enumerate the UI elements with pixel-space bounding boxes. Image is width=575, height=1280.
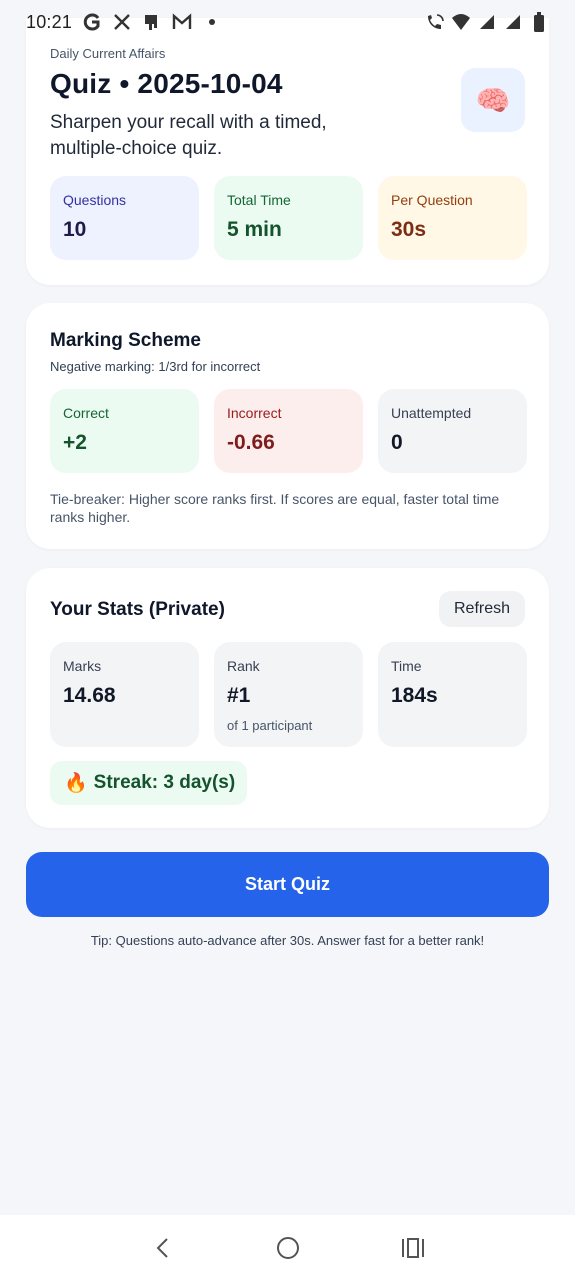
stat-value: 0 [391,431,403,454]
marking-scheme-card: Marking Scheme Negative marking: 1/3rd f… [26,303,549,549]
marking-note: Negative marking: 1/3rd for incorrect [50,359,261,374]
rank-stat: Rank #1 of 1 participant [214,642,363,747]
tip-text: Tip: Questions auto-advance after 30s. A… [90,933,485,948]
page-title: Quiz • 2025-10-04 [50,68,283,99]
dot-icon [202,12,222,32]
stat-label: Time [391,658,422,674]
stat-value: +2 [63,431,87,454]
stat-value: 184s [391,684,438,707]
signal-icon [477,12,497,32]
stat-value: 14.68 [63,684,116,707]
signal-icon [503,12,523,32]
status-right [425,12,549,32]
refresh-button[interactable]: Refresh [439,591,525,627]
per-question-stat: Per Question 30s [378,176,527,260]
recents-icon[interactable] [393,1228,433,1268]
incorrect-mark: Incorrect -0.66 [214,389,363,473]
stat-label: Per Question [391,192,473,208]
google-icon [82,12,102,32]
status-bar: 10:21 [0,0,575,44]
fire-icon: 🔥 [64,773,88,794]
x-icon [112,12,132,32]
brain-emoji: 🧠 [475,84,511,116]
rank-note: of 1 participant [227,718,313,733]
marking-title: Marking Scheme [50,330,201,351]
quiz-header-card: Daily Current Affairs Quiz • 2025-10-04 … [26,18,549,285]
stats-title: Your Stats (Private) [50,599,225,620]
page-subtitle: Sharpen your recall with a timed, multip… [50,112,327,159]
wifi-call-icon [425,12,445,32]
stat-label: Unattempted [391,405,472,421]
status-time: 10:21 [26,11,73,32]
streak-badge: 🔥 Streak: 3 day(s) [50,761,247,805]
correct-mark: Correct +2 [50,389,199,473]
quiz-summary: Questions 10 Total Time 5 min Per Questi… [50,176,527,260]
streak-label: Streak: 3 day(s) [93,772,236,793]
marking-items: Correct +2 Incorrect -0.66 Unattempted 0 [50,389,527,473]
stat-label: Incorrect [227,405,282,421]
stat-value: #1 [227,684,251,707]
tiebreak-note: Tie-breaker: Higher score ranks first. I… [50,491,500,525]
time-stat: Time 184s [378,642,527,747]
questions-stat: Questions 10 [50,176,199,260]
stat-value: 30s [391,218,427,241]
stat-value: 5 min [227,218,282,241]
your-stats-card: Your Stats (Private) Refresh Marks 14.68… [26,568,549,828]
stat-label: Total Time [227,192,291,208]
stat-label: Questions [63,192,127,208]
wifi-icon [451,12,471,32]
home-icon[interactable] [268,1228,308,1268]
start-quiz-button[interactable]: Start Quiz [26,852,549,917]
stat-label: Marks [63,658,102,674]
stat-value: -0.66 [227,431,275,454]
stat-label: Correct [63,405,109,421]
stat-value: 10 [63,218,87,241]
unattempted-mark: Unattempted 0 [378,389,527,473]
eyebrow-label: Daily Current Affairs [50,46,166,61]
battery-icon [529,12,549,32]
brain-icon: 🧠 [461,68,525,132]
system-nav-bar [0,1215,575,1280]
notification-icon [142,12,162,32]
marks-stat: Marks 14.68 [50,642,199,747]
total-time-stat: Total Time 5 min [214,176,363,260]
stat-label: Rank [227,658,260,674]
stats-items: Marks 14.68 Rank #1 of 1 participant Tim… [50,642,527,747]
status-left: 10:21 [26,12,222,33]
gmail-icon [172,12,192,32]
back-icon[interactable] [143,1228,183,1268]
